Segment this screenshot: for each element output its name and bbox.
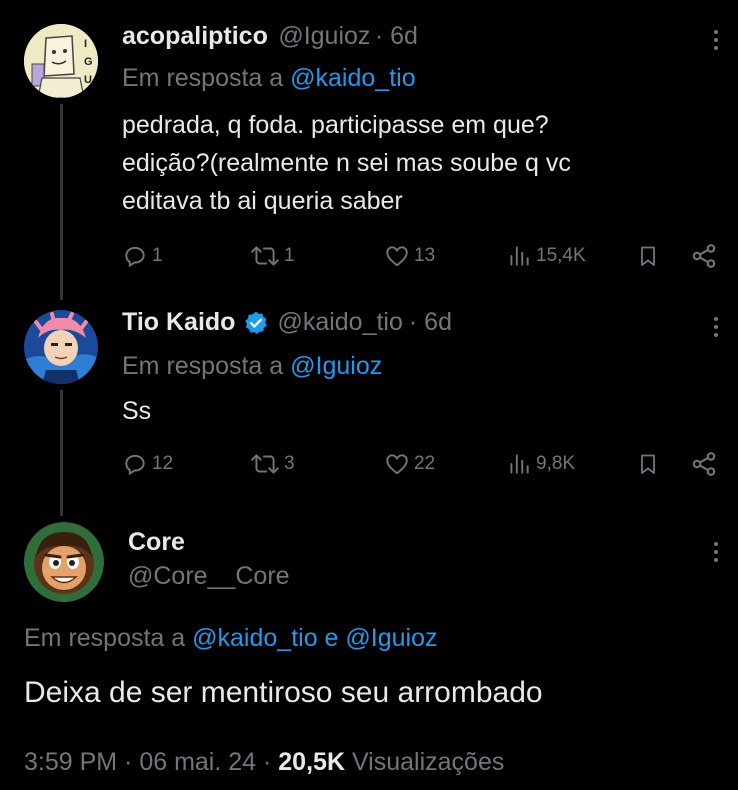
like-button[interactable]: 13 bbox=[384, 241, 435, 271]
tweet-header: acopaliptico @Iguioz · 6d bbox=[122, 22, 418, 51]
reply-conjunction: e bbox=[317, 624, 346, 652]
avatar-letter: U bbox=[84, 74, 92, 86]
avatar[interactable]: I G U bbox=[24, 24, 98, 98]
retweet-count: 1 bbox=[284, 245, 295, 266]
tweet-text-line: Ss bbox=[122, 397, 152, 425]
retweet-icon bbox=[251, 454, 279, 474]
reply-count: 1 bbox=[152, 245, 163, 266]
tweet-text-line: edição?(realmente n sei mas soube q vc bbox=[122, 149, 571, 177]
reply-icon bbox=[125, 454, 145, 475]
tweet-text-line: editava tb ai queria saber bbox=[122, 187, 403, 215]
views-chart-icon bbox=[510, 454, 529, 474]
views-count: 9,8K bbox=[536, 453, 576, 474]
display-name[interactable]: Core bbox=[128, 528, 185, 557]
avatar[interactable] bbox=[24, 522, 104, 602]
share-button[interactable] bbox=[690, 449, 718, 479]
thread-line bbox=[60, 104, 63, 300]
tweet-time[interactable]: · 6d bbox=[375, 22, 418, 50]
heart-icon bbox=[386, 454, 408, 475]
user-handle[interactable]: @kaido_tio bbox=[277, 308, 402, 337]
reply-button[interactable]: 12 bbox=[122, 449, 173, 479]
reply-prefix: Em resposta a bbox=[24, 624, 193, 652]
tweet-meta: 3:59 PM · 06 mai. 24 · 20,5K Visualizaçõ… bbox=[24, 748, 504, 777]
avatar-letter: I bbox=[84, 38, 88, 50]
views-button[interactable]: 15,4K bbox=[506, 241, 586, 271]
avatar-letter: G bbox=[84, 56, 93, 68]
views-chart-icon bbox=[510, 246, 529, 266]
tweet-actions: 1 1 13 15,4K bbox=[122, 241, 722, 271]
user-handle[interactable]: @Core__Core bbox=[128, 562, 290, 591]
reply-context: Em resposta a @Iguioz bbox=[122, 352, 382, 381]
reply-button[interactable]: 1 bbox=[122, 241, 163, 271]
share-icon bbox=[692, 452, 716, 476]
reply-context: Em resposta a @kaido_tio bbox=[122, 64, 416, 93]
tweet-actions: 12 3 22 9,8K bbox=[122, 449, 722, 479]
views-count: 15,4K bbox=[536, 245, 586, 266]
display-name[interactable]: acopaliptico bbox=[122, 22, 268, 50]
tweet-text-line: pedrada, q foda. participasse em que? bbox=[122, 111, 549, 139]
reply-prefix: Em resposta a bbox=[122, 64, 291, 92]
avatar[interactable] bbox=[24, 310, 98, 384]
retweet-count: 3 bbox=[284, 453, 295, 474]
reply-icon bbox=[125, 246, 145, 267]
tweet-text: Ss bbox=[122, 392, 151, 430]
tweet-header: Tio Kaido @kaido_tio · 6d bbox=[122, 308, 452, 337]
display-name[interactable]: Tio Kaido bbox=[122, 308, 235, 337]
retweet-button[interactable]: 3 bbox=[250, 449, 295, 479]
views-label: Visualizações bbox=[345, 748, 505, 776]
tweet-text: pedrada, q foda. participasse em que? ed… bbox=[122, 106, 571, 220]
more-options-icon[interactable] bbox=[706, 25, 726, 55]
tweet-timestamp[interactable]: 3:59 PM · 06 mai. 24 · bbox=[24, 748, 278, 776]
share-button[interactable] bbox=[690, 241, 718, 271]
heart-icon bbox=[386, 246, 408, 267]
reply-mention-link[interactable]: @Iguioz bbox=[290, 352, 382, 380]
like-count: 22 bbox=[414, 453, 436, 474]
share-icon bbox=[692, 244, 716, 268]
reply-mention-link[interactable]: @Iguioz bbox=[345, 624, 437, 652]
reply-context: Em resposta a @kaido_tio e @Iguioz bbox=[24, 624, 437, 653]
user-handle[interactable]: @Iguioz bbox=[278, 22, 370, 50]
more-options-icon[interactable] bbox=[706, 537, 726, 567]
views-count: 20,5K bbox=[278, 748, 345, 776]
bookmark-icon bbox=[641, 246, 655, 266]
retweet-button[interactable]: 1 bbox=[250, 241, 295, 271]
reply-mention-link[interactable]: @kaido_tio bbox=[192, 624, 317, 652]
bookmark-icon bbox=[641, 454, 655, 474]
reply-prefix: Em resposta a bbox=[122, 352, 291, 380]
like-button[interactable]: 22 bbox=[384, 449, 435, 479]
like-count: 13 bbox=[414, 245, 436, 266]
main-tweet-text: Deixa de ser mentiroso seu arrombado bbox=[24, 676, 543, 709]
bookmark-button[interactable] bbox=[636, 241, 660, 271]
reply-count: 12 bbox=[152, 453, 174, 474]
reply-mention-link[interactable]: @kaido_tio bbox=[290, 64, 415, 92]
retweet-icon bbox=[251, 246, 279, 266]
more-options-icon[interactable] bbox=[706, 312, 726, 342]
verified-badge-icon bbox=[245, 311, 268, 334]
tweet-time[interactable]: · 6d bbox=[409, 308, 452, 337]
thread-line bbox=[60, 390, 63, 516]
bookmark-button[interactable] bbox=[636, 449, 660, 479]
views-button[interactable]: 9,8K bbox=[506, 449, 575, 479]
